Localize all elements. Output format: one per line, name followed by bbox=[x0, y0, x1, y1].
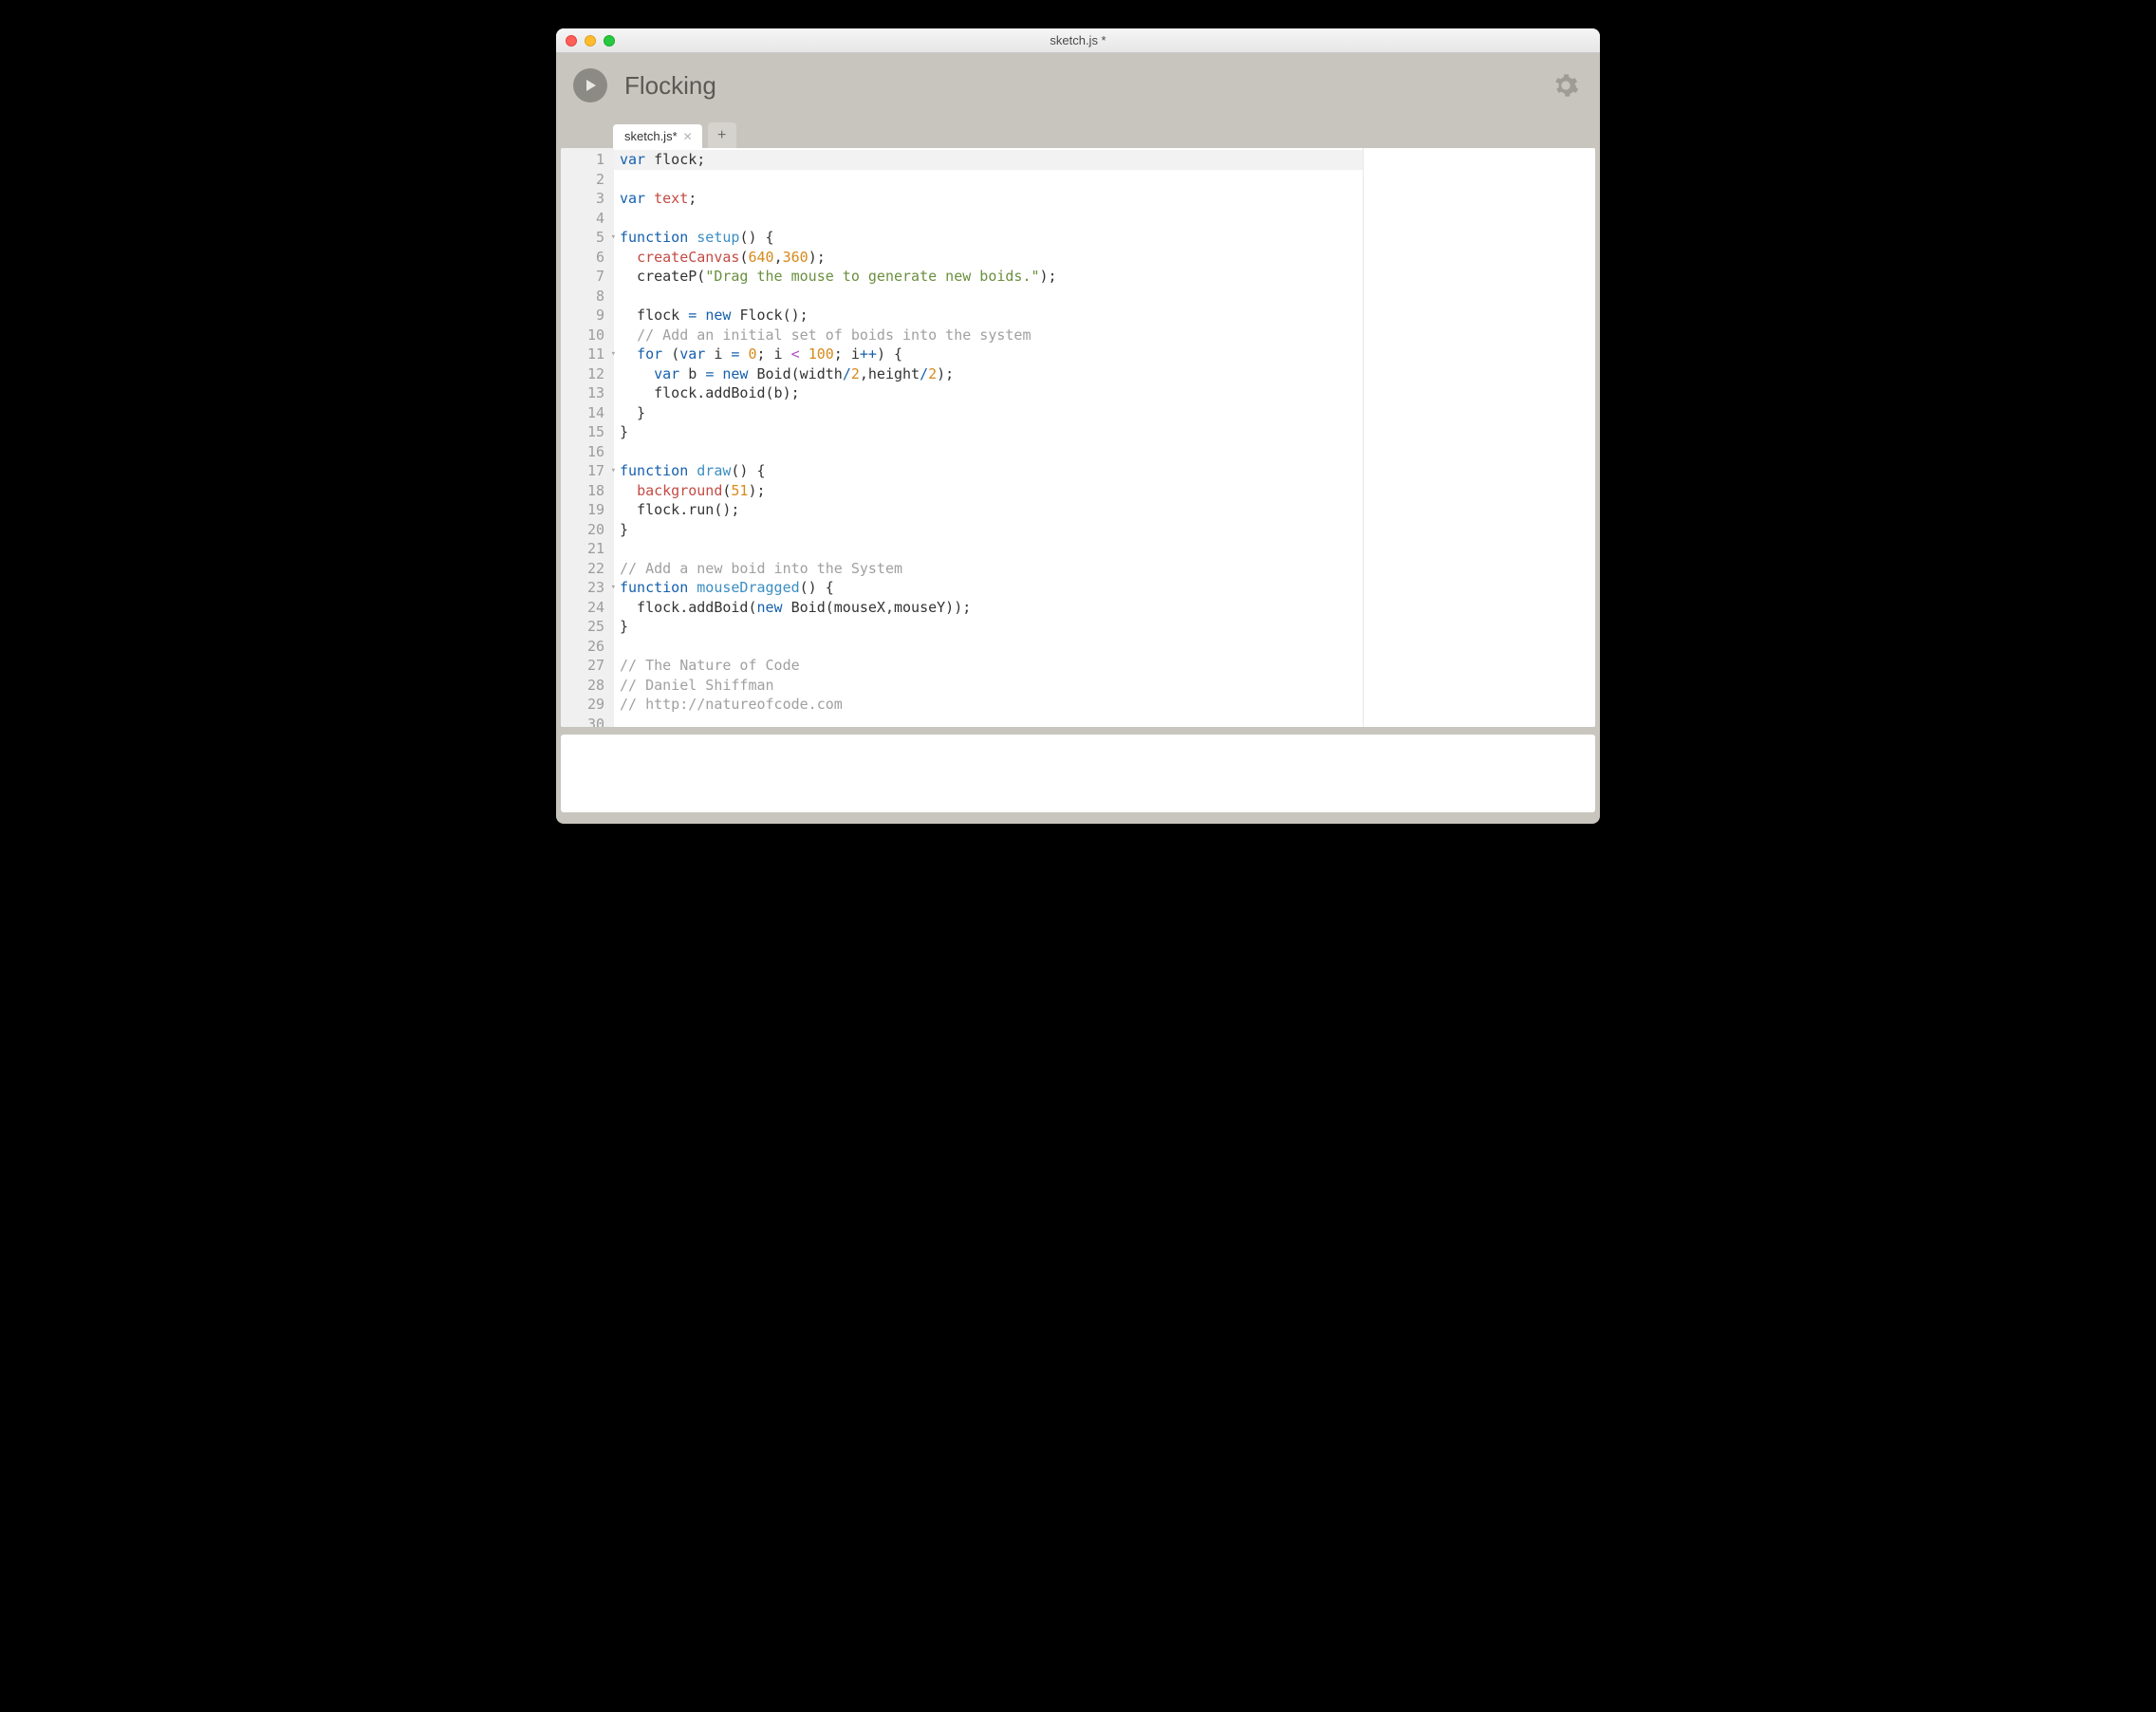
toolbar: Flocking bbox=[556, 53, 1600, 118]
line-number: 16 bbox=[561, 442, 614, 462]
project-title[interactable]: Flocking bbox=[624, 71, 716, 101]
line-number: 13 bbox=[561, 383, 614, 403]
new-tab-button[interactable]: + bbox=[708, 122, 736, 148]
code-line[interactable] bbox=[614, 287, 1363, 307]
line-number: 3 bbox=[561, 189, 614, 209]
line-number: 20 bbox=[561, 520, 614, 540]
line-number: 8 bbox=[561, 287, 614, 307]
settings-button[interactable] bbox=[1549, 68, 1583, 102]
app-window: sketch.js * Flocking sketch.js* ✕ + 1234… bbox=[556, 28, 1600, 824]
gear-icon bbox=[1552, 72, 1579, 99]
line-number: 28 bbox=[561, 676, 614, 696]
window-controls bbox=[566, 35, 615, 47]
code-line[interactable]: // The Nature of Code bbox=[614, 656, 1363, 676]
code-line[interactable]: // Add an initial set of boids into the … bbox=[614, 326, 1363, 345]
code-line[interactable]: flock.run(); bbox=[614, 500, 1363, 520]
line-number: 2 bbox=[561, 170, 614, 190]
code-line[interactable]: // Add a new boid into the System bbox=[614, 559, 1363, 579]
line-number: 25 bbox=[561, 617, 614, 637]
code-line[interactable] bbox=[614, 442, 1363, 462]
line-number: 30 bbox=[561, 715, 614, 728]
line-number: 4 bbox=[561, 209, 614, 229]
code-line[interactable]: // Daniel Shiffman bbox=[614, 676, 1363, 696]
code-line[interactable] bbox=[614, 170, 1363, 190]
code-line[interactable]: createCanvas(640,360); bbox=[614, 248, 1363, 268]
line-number: 19 bbox=[561, 500, 614, 520]
run-button[interactable] bbox=[573, 68, 607, 102]
code-line[interactable]: createP("Drag the mouse to generate new … bbox=[614, 267, 1363, 287]
tab-bar: sketch.js* ✕ + bbox=[556, 118, 1600, 148]
code-line[interactable]: flock.addBoid(new Boid(mouseX,mouseY)); bbox=[614, 598, 1363, 618]
code-line[interactable]: function setup() { bbox=[614, 228, 1363, 248]
line-number: 1 bbox=[561, 150, 614, 170]
code-line[interactable] bbox=[614, 637, 1363, 657]
line-number: 29 bbox=[561, 695, 614, 715]
code-line[interactable] bbox=[614, 539, 1363, 559]
line-number: 7 bbox=[561, 267, 614, 287]
line-number: 15 bbox=[561, 422, 614, 442]
line-number: 12 bbox=[561, 364, 614, 384]
code-line[interactable]: background(51); bbox=[614, 481, 1363, 501]
code-line[interactable]: } bbox=[614, 422, 1363, 442]
code-line[interactable]: } bbox=[614, 403, 1363, 423]
code-area[interactable]: var flock; var text; function setup() { … bbox=[614, 148, 1364, 727]
code-line[interactable]: var text; bbox=[614, 189, 1363, 209]
line-number-gutter: 1234567891011121314151617181920212223242… bbox=[561, 148, 614, 727]
code-line[interactable] bbox=[614, 209, 1363, 229]
code-line[interactable]: var flock; bbox=[614, 150, 1363, 170]
line-number: 26 bbox=[561, 637, 614, 657]
zoom-window-button[interactable] bbox=[604, 35, 615, 47]
editor-right-margin bbox=[1364, 148, 1595, 727]
code-editor[interactable]: 1234567891011121314151617181920212223242… bbox=[561, 148, 1595, 727]
window-title: sketch.js * bbox=[556, 33, 1600, 47]
code-line[interactable]: for (var i = 0; i < 100; i++) { bbox=[614, 344, 1363, 364]
code-line[interactable]: flock = new Flock(); bbox=[614, 306, 1363, 326]
code-line[interactable]: } bbox=[614, 617, 1363, 637]
console-panel[interactable] bbox=[561, 735, 1595, 812]
line-number: 6 bbox=[561, 248, 614, 268]
code-line[interactable]: function draw() { bbox=[614, 461, 1363, 481]
line-number: 23 bbox=[561, 578, 614, 598]
line-number: 10 bbox=[561, 326, 614, 345]
line-number: 14 bbox=[561, 403, 614, 423]
code-line[interactable]: flock.addBoid(b); bbox=[614, 383, 1363, 403]
line-number: 9 bbox=[561, 306, 614, 326]
line-number: 5 bbox=[561, 228, 614, 248]
tab-sketch-js[interactable]: sketch.js* ✕ bbox=[613, 124, 702, 148]
close-window-button[interactable] bbox=[566, 35, 577, 47]
line-number: 24 bbox=[561, 598, 614, 618]
line-number: 21 bbox=[561, 539, 614, 559]
titlebar[interactable]: sketch.js * bbox=[556, 28, 1600, 53]
line-number: 18 bbox=[561, 481, 614, 501]
play-icon bbox=[583, 78, 598, 93]
tab-label: sketch.js* bbox=[624, 129, 678, 143]
code-line[interactable]: // http://natureofcode.com bbox=[614, 695, 1363, 715]
line-number: 17 bbox=[561, 461, 614, 481]
minimize-window-button[interactable] bbox=[585, 35, 596, 47]
line-number: 22 bbox=[561, 559, 614, 579]
close-tab-button[interactable]: ✕ bbox=[683, 130, 693, 143]
line-number: 11 bbox=[561, 344, 614, 364]
code-line[interactable] bbox=[614, 715, 1363, 728]
line-number: 27 bbox=[561, 656, 614, 676]
code-line[interactable]: var b = new Boid(width/2,height/2); bbox=[614, 364, 1363, 384]
code-line[interactable]: function mouseDragged() { bbox=[614, 578, 1363, 598]
code-line[interactable]: } bbox=[614, 520, 1363, 540]
